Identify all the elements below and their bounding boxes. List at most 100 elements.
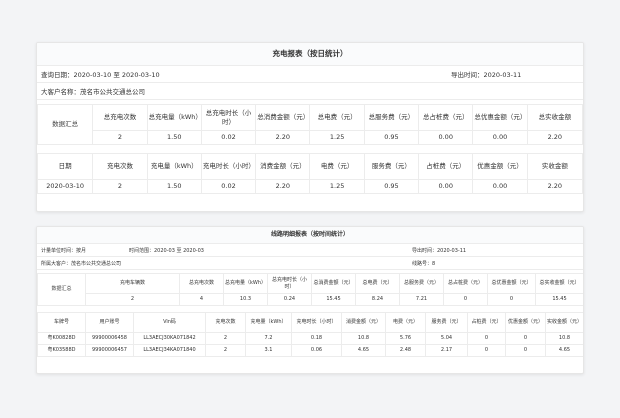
- detail-header: 充电量（kWh）: [146, 153, 202, 180]
- detail-cell: 0.95: [363, 179, 420, 194]
- detail-cell: 2: [205, 344, 246, 357]
- detail-cell: 2: [205, 332, 246, 345]
- detail-cell: 2: [92, 179, 148, 194]
- detail-header: 占桩费（元）: [418, 153, 474, 180]
- detail-cell: 2.20: [526, 179, 583, 194]
- detail-header: 日期: [37, 153, 94, 180]
- summary-value: 0.24: [267, 293, 312, 306]
- detail-header: 电费（元）: [309, 153, 365, 180]
- detail-cell: 99900006457: [85, 344, 134, 357]
- detail-header: 实收金额: [526, 153, 583, 180]
- detail-header: 优惠金额（元）: [472, 153, 528, 180]
- customer-name: 所属大客户：茂名市公共交通总公司: [41, 260, 122, 267]
- daily-charging-report-card: 充电报表（按日统计） 查询日期：2020-03-10 至 2020-03-10 …: [36, 42, 584, 212]
- detail-cell: LL3AECJ30KA071842: [133, 332, 206, 345]
- export-time: 导出时间：2020-03-11: [451, 71, 522, 79]
- detail-header: Vin码: [133, 312, 206, 333]
- detail-cell: 7.2: [245, 332, 292, 345]
- summary-value: 0.02: [200, 130, 257, 145]
- detail-cell: 0: [467, 344, 506, 357]
- summary-value: 0.00: [418, 130, 474, 145]
- detail-header: 服务费（元）: [425, 312, 468, 333]
- summary-value: 15.45: [311, 293, 356, 306]
- summary-header: 总优惠金额（元）: [487, 273, 536, 294]
- summary-header: 总服务费（元）: [363, 104, 420, 131]
- summary-label: 数据汇总: [37, 104, 94, 145]
- summary-header: 总优惠金额（元）: [472, 104, 528, 131]
- summary-header: 总消费金额（元）: [255, 104, 311, 131]
- summary-value: 2: [85, 293, 180, 306]
- summary-header: 总充电量（kWh）: [223, 273, 268, 294]
- detail-cell: 0.06: [291, 344, 342, 357]
- summary-header: 充电车辆数: [85, 273, 180, 294]
- vehicle-detail-table: 车牌号 用户账号 Vin码 充电次数 充电量（kWh） 充电时长（小时） 消费金…: [37, 312, 583, 357]
- table-row: 2020-03-10 2 1.50 0.02 2.20 1.25 0.95 0.…: [37, 179, 583, 194]
- report-title: 线路明细报表（按时间统计）: [37, 227, 583, 244]
- summary-header: 总电费（元）: [355, 273, 400, 294]
- summary-value: 10.3: [223, 293, 268, 306]
- summary-table: 数据汇总 总充电次数 总充电量（kWh） 总充电时长（小时） 总消费金额（元） …: [37, 104, 583, 145]
- report-meta-row: 计量单位时间：按月 时间范围：2020-03 至 2020-03 导出时间：20…: [37, 244, 583, 257]
- detail-cell: 2.20: [255, 179, 311, 194]
- unit-time: 计量单位时间：按月: [41, 247, 87, 254]
- detail-cell: 5.04: [425, 332, 468, 345]
- summary-header: 总占桩费（元）: [418, 104, 474, 131]
- detail-cell: 1.50: [146, 179, 202, 194]
- table-row: 粤K03588D 99900006457 LL3AECJ34KA071840 2…: [37, 344, 583, 357]
- report-meta-row: 查询日期：2020-03-10 至 2020-03-10 导出时间：2020-0…: [37, 66, 583, 83]
- summary-value: 0.95: [363, 130, 420, 145]
- summary-header: 总充电量（kWh）: [146, 104, 202, 131]
- detail-header: 实收金额（元）: [545, 312, 583, 333]
- detail-cell: 0: [505, 344, 546, 357]
- table-row: 粤K00828D 99900006458 LL3AECJ30KA071842 2…: [37, 332, 583, 345]
- detail-header: 服务费（元）: [363, 153, 420, 180]
- summary-label: 数据汇总: [37, 273, 86, 306]
- detail-cell: 0.02: [200, 179, 257, 194]
- summary-table: 数据汇总 充电车辆数 总充电次数 总充电量（kWh） 总充电时长（小时） 总消费…: [37, 273, 583, 306]
- detail-cell: 粤K03588D: [37, 344, 86, 357]
- summary-header: 总消费金额（元）: [311, 273, 356, 294]
- summary-header: 总实收金额（元）: [535, 273, 583, 294]
- detail-cell: 0.18: [291, 332, 342, 345]
- detail-header: 消费金额（元）: [341, 312, 386, 333]
- summary-value: 0.00: [472, 130, 528, 145]
- detail-cell: 99900006458: [85, 332, 134, 345]
- summary-value: 1.50: [146, 130, 202, 145]
- detail-cell: 10.8: [545, 332, 583, 345]
- detail-cell: LL3AECJ34KA071840: [133, 344, 206, 357]
- summary-value: 2: [92, 130, 148, 145]
- customer-name: 大客户名称：茂名市公共交通总公司: [41, 88, 145, 96]
- detail-header: 充电次数: [92, 153, 148, 180]
- detail-header: 充电时长（小时）: [200, 153, 257, 180]
- detail-cell: 0: [467, 332, 506, 345]
- detail-header: 优惠金额（元）: [505, 312, 546, 333]
- summary-value: 1.25: [309, 130, 365, 145]
- summary-value: 2.20: [255, 130, 311, 145]
- detail-cell: 2.48: [385, 344, 426, 357]
- detail-cell: 3.1: [245, 344, 292, 357]
- line-number: 线路号：8: [412, 260, 436, 267]
- detail-cell: 0: [505, 332, 546, 345]
- summary-value: 15.45: [535, 293, 583, 306]
- query-date: 查询日期：2020-03-10 至 2020-03-10: [41, 71, 160, 79]
- detail-cell: 0.00: [472, 179, 528, 194]
- summary-header: 总充电次数: [179, 273, 224, 294]
- detail-cell: 4.65: [341, 344, 386, 357]
- summary-header: 总充电时长（小时）: [200, 104, 257, 131]
- summary-header: 总服务费（元）: [399, 273, 444, 294]
- summary-value: 0: [487, 293, 536, 306]
- summary-header: 总电费（元）: [309, 104, 365, 131]
- summary-value: 2.20: [526, 130, 583, 145]
- detail-header: 充电量（kWh）: [245, 312, 292, 333]
- detail-cell: 5.76: [385, 332, 426, 345]
- detail-header: 充电时长（小时）: [291, 312, 342, 333]
- detail-header: 用户账号: [85, 312, 134, 333]
- detail-header: 占桩费（元）: [467, 312, 506, 333]
- export-time: 导出时间：2020-03-11: [412, 247, 467, 254]
- summary-value: 0: [443, 293, 488, 306]
- summary-value: 8.24: [355, 293, 400, 306]
- daily-detail-table: 日期 充电次数 充电量（kWh） 充电时长（小时） 消费金额（元） 电费（元） …: [37, 153, 583, 194]
- detail-cell: 1.25: [309, 179, 365, 194]
- detail-header: 消费金额（元）: [255, 153, 311, 180]
- detail-cell: 粤K00828D: [37, 332, 86, 345]
